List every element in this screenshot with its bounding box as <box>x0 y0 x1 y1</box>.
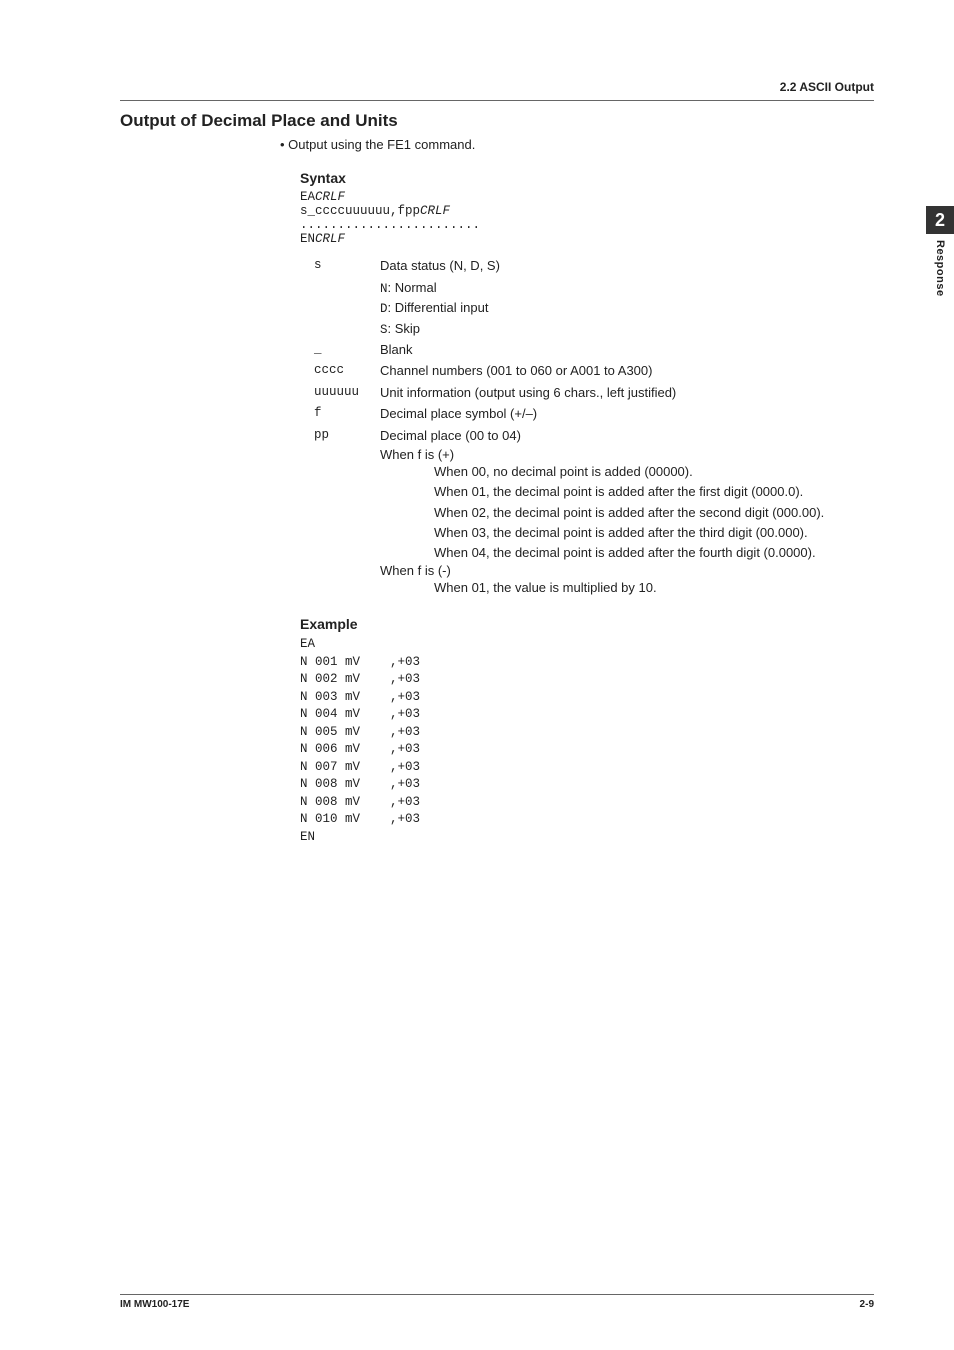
bullet-note: Output using the FE1 command. <box>280 137 874 152</box>
def-symbol: s <box>314 256 380 275</box>
def-symbol: pp <box>314 426 380 445</box>
chapter-label: Response <box>934 240 946 297</box>
def-text: Blank <box>380 340 874 360</box>
def-symbol: f <box>314 404 380 423</box>
def-row: fDecimal place symbol (+/–) <box>314 404 874 424</box>
def-text: Data status (N, D, S) <box>380 256 874 276</box>
def-symbol: _ <box>314 340 380 359</box>
when-minus-header: When f is (-) <box>380 563 874 578</box>
when-item: When 03, the decimal point is added afte… <box>434 523 874 543</box>
def-row: _Blank <box>314 340 874 360</box>
syntax-heading: Syntax <box>300 170 874 186</box>
def-row: uuuuuuUnit information (output using 6 c… <box>314 383 874 403</box>
syntax-line: EACRLF <box>300 190 874 204</box>
footer-left: IM MW100-17E <box>120 1299 189 1310</box>
status-item: N: Normal <box>380 278 874 299</box>
def-text: Decimal place (00 to 04) <box>380 426 874 446</box>
example-output: EA N 001 mV ,+03 N 002 mV ,+03 N 003 mV … <box>300 636 874 846</box>
def-text: Unit information (output using 6 chars.,… <box>380 383 874 403</box>
syntax-line: ENCRLF <box>300 232 874 246</box>
syntax-line: s_ccccuuuuuu,fppCRLF <box>300 204 874 218</box>
syntax-line: ........................ <box>300 218 874 232</box>
def-row: s Data status (N, D, S) <box>314 256 874 276</box>
example-heading: Example <box>300 616 874 632</box>
def-symbol: cccc <box>314 361 380 380</box>
status-item: S: Skip <box>380 319 874 340</box>
when-item: When 01, the value is multiplied by 10. <box>434 578 874 598</box>
chapter-number: 2 <box>926 206 954 234</box>
when-plus-header: When f is (+) <box>380 447 874 462</box>
chapter-tab: 2 Response <box>926 206 954 297</box>
def-row: ppDecimal place (00 to 04) <box>314 426 874 446</box>
header-rule <box>120 100 874 101</box>
when-item: When 04, the decimal point is added afte… <box>434 543 874 563</box>
status-item: D: Differential input <box>380 298 874 319</box>
when-item: When 02, the decimal point is added afte… <box>434 503 874 523</box>
def-text: Channel numbers (001 to 060 or A001 to A… <box>380 361 874 381</box>
section-header: 2.2 ASCII Output <box>120 80 874 94</box>
def-symbol: uuuuuu <box>314 383 380 402</box>
when-item: When 00, no decimal point is added (0000… <box>434 462 874 482</box>
footer-right: 2-9 <box>860 1299 874 1310</box>
when-item: When 01, the decimal point is added afte… <box>434 482 874 502</box>
def-text: Decimal place symbol (+/–) <box>380 404 874 424</box>
def-row: ccccChannel numbers (001 to 060 or A001 … <box>314 361 874 381</box>
page-title: Output of Decimal Place and Units <box>120 111 874 131</box>
